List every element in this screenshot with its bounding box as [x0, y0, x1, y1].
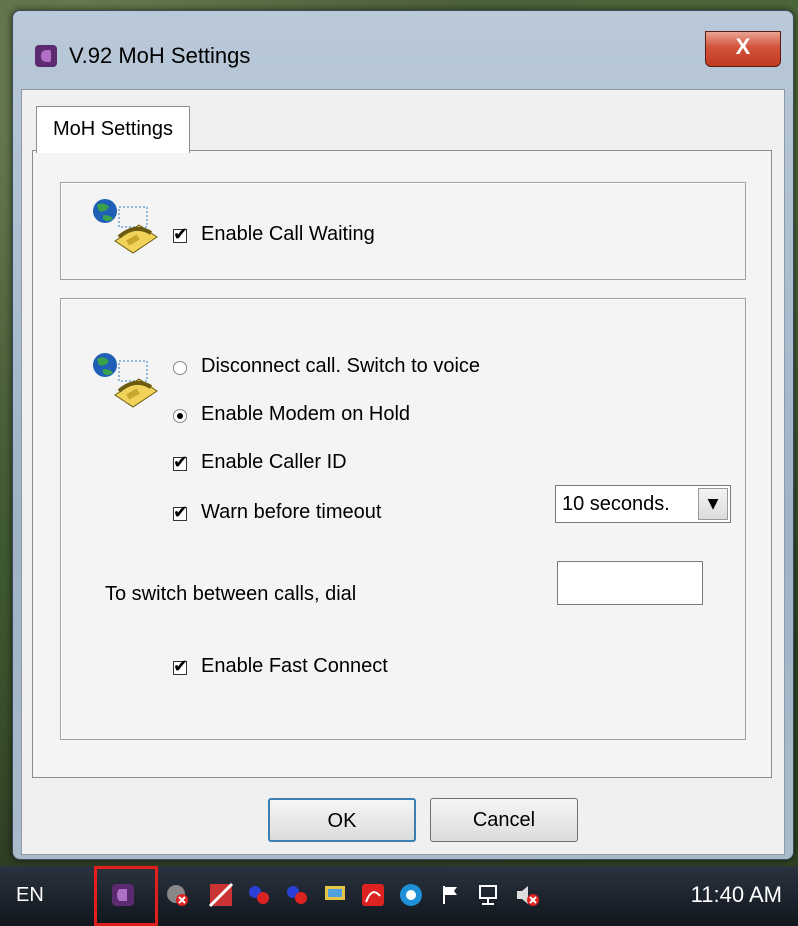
title-bar[interactable]: V.92 MoH Settings X	[13, 11, 793, 68]
disconnect-call-radio[interactable]	[173, 361, 187, 375]
network-icon[interactable]	[476, 882, 502, 908]
call-waiting-group: ✔ Enable Call Waiting	[60, 182, 746, 280]
tab-moh-settings[interactable]: MoH Settings	[36, 106, 190, 153]
check-mark-icon: ✔	[173, 656, 189, 677]
antivirus-icon[interactable]	[398, 882, 424, 908]
check-mark-icon: ✔	[173, 452, 189, 473]
caller-id-checkbox[interactable]: ✔	[173, 452, 188, 473]
warn-timeout-checkbox[interactable]: ✔	[173, 502, 188, 523]
modem-options-group: Disconnect call. Switch to voice Enable …	[60, 298, 746, 740]
disconnect-call-label: Disconnect call. Switch to voice	[201, 355, 481, 377]
moh-app-tray-icon[interactable]	[110, 882, 136, 908]
acrobat-icon[interactable]	[360, 882, 386, 908]
switch-calls-input[interactable]	[557, 561, 703, 605]
check-mark-icon: ✔	[173, 502, 189, 523]
call-waiting-label: Enable Call Waiting	[201, 223, 375, 245]
close-button[interactable]: X	[705, 31, 781, 67]
modem-on-hold-label: Enable Modem on Hold	[201, 403, 411, 425]
warn-timeout-label: Warn before timeout	[201, 501, 382, 523]
timeout-select-value: 10 seconds.	[562, 493, 670, 515]
action-center-flag-icon[interactable]	[438, 882, 464, 908]
app-icon	[35, 45, 57, 67]
modem-on-hold-radio[interactable]	[173, 409, 187, 423]
devices-icon[interactable]	[284, 882, 310, 908]
globe-phone-icon	[93, 353, 158, 408]
timeout-select[interactable]: 10 seconds. ▼	[555, 485, 731, 523]
cancel-button[interactable]: Cancel	[430, 798, 578, 842]
ok-button[interactable]: OK	[268, 798, 416, 842]
caller-id-label: Enable Caller ID	[201, 451, 347, 473]
network-error-icon[interactable]	[164, 882, 190, 908]
check-mark-icon: ✔	[173, 224, 189, 245]
switch-calls-label: To switch between calls, dial	[105, 583, 357, 605]
globe-phone-icon	[93, 199, 158, 254]
dropdown-arrow-icon[interactable]: ▼	[698, 488, 728, 520]
bluetooth-devices-icon[interactable]	[246, 882, 272, 908]
dialog-window: V.92 MoH Settings X MoH Settings ✔ Enabl…	[12, 10, 794, 860]
volume-muted-icon[interactable]	[514, 882, 540, 908]
graphics-icon[interactable]	[208, 882, 234, 908]
dialog-client-area: MoH Settings ✔ Enable Call Waiting Disco…	[21, 89, 785, 855]
call-waiting-checkbox[interactable]: ✔	[173, 224, 188, 245]
radio-selected-dot	[177, 413, 183, 419]
display-settings-icon[interactable]	[322, 882, 348, 908]
taskbar-clock[interactable]: 11:40 AM	[691, 882, 782, 908]
taskbar: EN 11:40 AM	[0, 866, 798, 926]
language-indicator[interactable]: EN	[16, 884, 44, 907]
fast-connect-checkbox[interactable]: ✔	[173, 656, 188, 677]
window-title: V.92 MoH Settings	[69, 43, 251, 68]
fast-connect-label: Enable Fast Connect	[201, 655, 388, 677]
